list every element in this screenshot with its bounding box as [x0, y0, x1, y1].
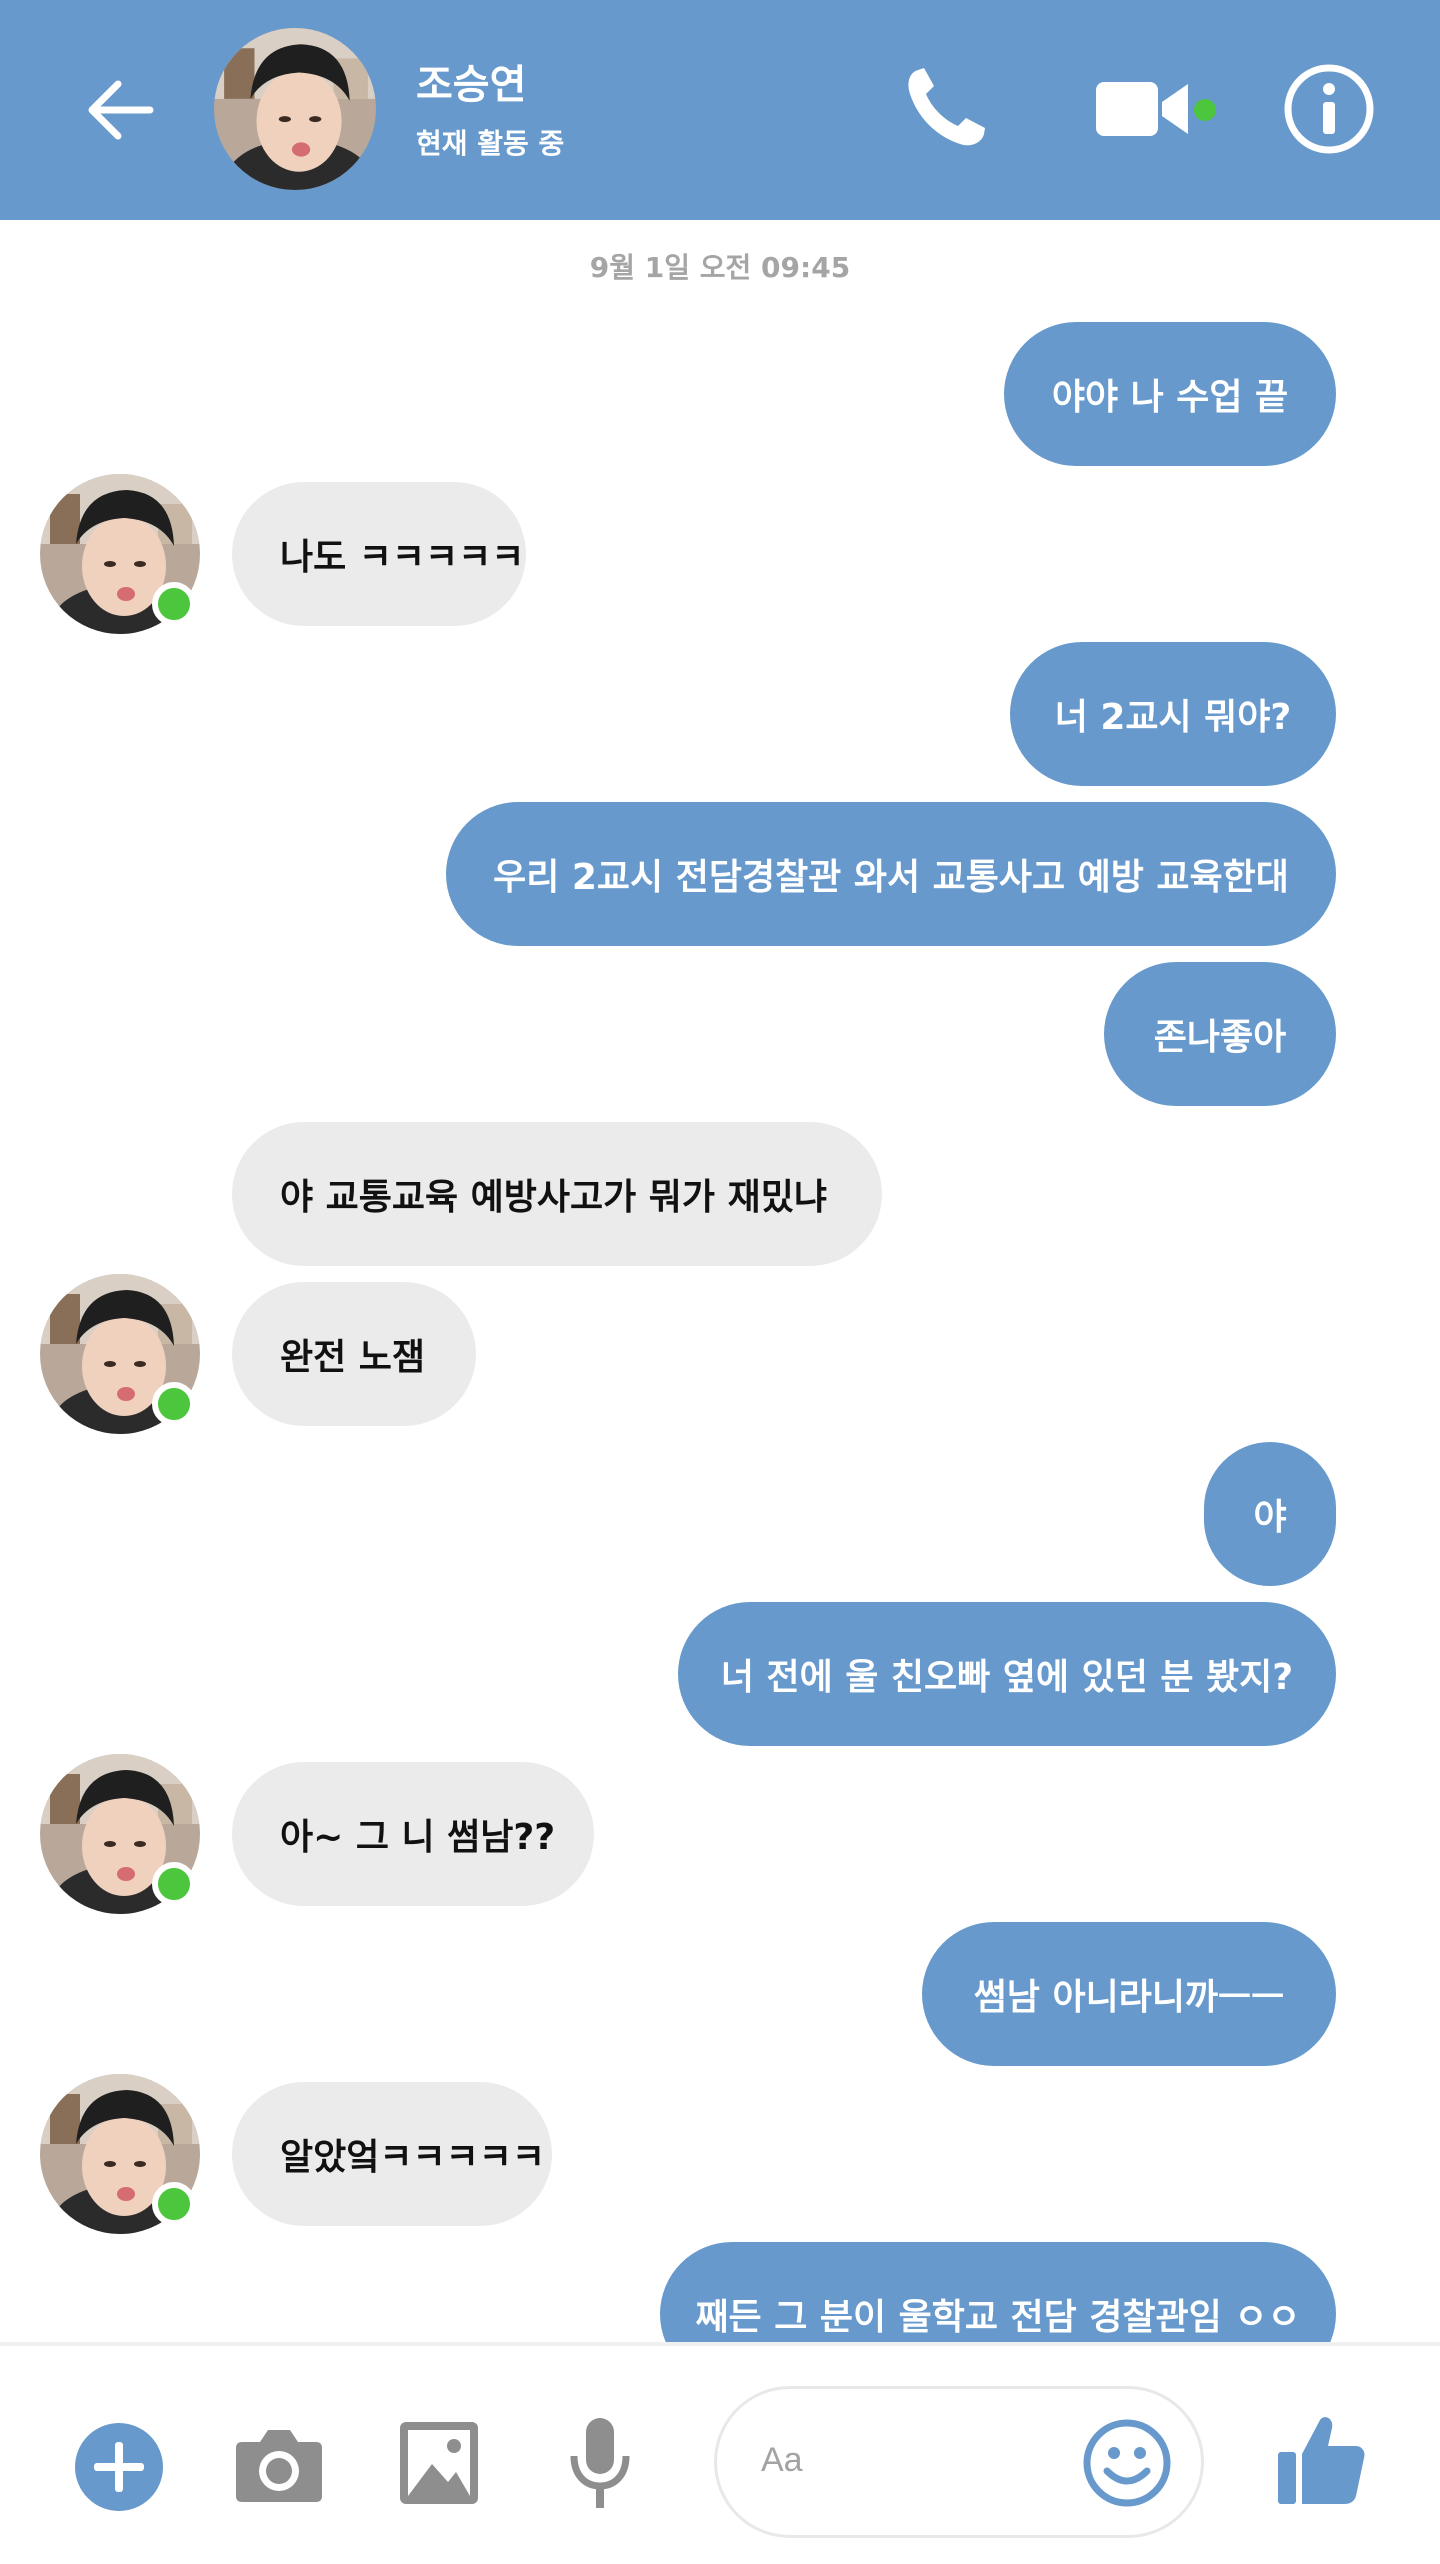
microphone-icon[interactable]: [566, 2416, 634, 2516]
video-camera-icon[interactable]: [1092, 70, 1222, 150]
phone-icon[interactable]: [900, 62, 990, 152]
message-input[interactable]: Aa: [714, 2386, 1204, 2538]
active-status: 현재 활동 중: [416, 127, 565, 160]
message-timestamp: 9월 1일 오전 09:45: [589, 251, 851, 284]
back-arrow-icon[interactable]: [80, 70, 160, 150]
image-icon[interactable]: [398, 2420, 480, 2510]
online-status-dot: [152, 1862, 196, 1906]
message-outgoing[interactable]: 썸남 아니라니까ㅡㅡ: [922, 1922, 1336, 2066]
contact-name[interactable]: 조승연: [416, 52, 526, 110]
message-composer: Aa: [0, 2342, 1440, 2564]
message-input-placeholder: Aa: [761, 2441, 803, 2479]
online-status-dot: [152, 582, 196, 626]
sender-avatar[interactable]: [40, 1754, 200, 1914]
message-outgoing[interactable]: 우리 2교시 전담경찰관 와서 교통사고 예방 교육한대: [446, 802, 1336, 946]
message-incoming[interactable]: 야 교통교육 예방사고가 뭐가 재밌냐: [232, 1122, 882, 1266]
video-online-dot: [1194, 99, 1216, 121]
message-outgoing[interactable]: 야야 나 수업 끝: [1004, 322, 1336, 466]
message-incoming[interactable]: 알았엌ㅋㅋㅋㅋㅋ: [232, 2082, 552, 2226]
emoji-icon[interactable]: [1083, 2419, 1171, 2507]
message-outgoing[interactable]: 너 전에 울 친오빠 옆에 있던 분 봤지?: [678, 1602, 1336, 1746]
sender-avatar[interactable]: [40, 1274, 200, 1434]
message-outgoing[interactable]: 야: [1204, 1442, 1336, 1586]
contact-avatar[interactable]: [214, 28, 376, 190]
message-incoming[interactable]: 아~ 그 니 썸남??: [232, 1762, 594, 1906]
message-outgoing[interactable]: 너 2교시 뭐야?: [1010, 642, 1336, 786]
thumbs-up-icon[interactable]: [1276, 2412, 1366, 2512]
plus-icon[interactable]: [74, 2422, 164, 2516]
chat-header: 조승연 현재 활동 중: [0, 0, 1440, 220]
message-incoming[interactable]: 완전 노잼: [232, 1282, 476, 1426]
sender-avatar[interactable]: [40, 474, 200, 634]
message-outgoing[interactable]: 존나좋아: [1104, 962, 1336, 1106]
info-icon[interactable]: [1282, 62, 1376, 156]
online-status-dot: [152, 1382, 196, 1426]
message-incoming[interactable]: 나도 ㅋㅋㅋㅋㅋ: [232, 482, 526, 626]
camera-icon[interactable]: [234, 2422, 324, 2510]
online-status-dot: [152, 2182, 196, 2226]
sender-avatar[interactable]: [40, 2074, 200, 2234]
